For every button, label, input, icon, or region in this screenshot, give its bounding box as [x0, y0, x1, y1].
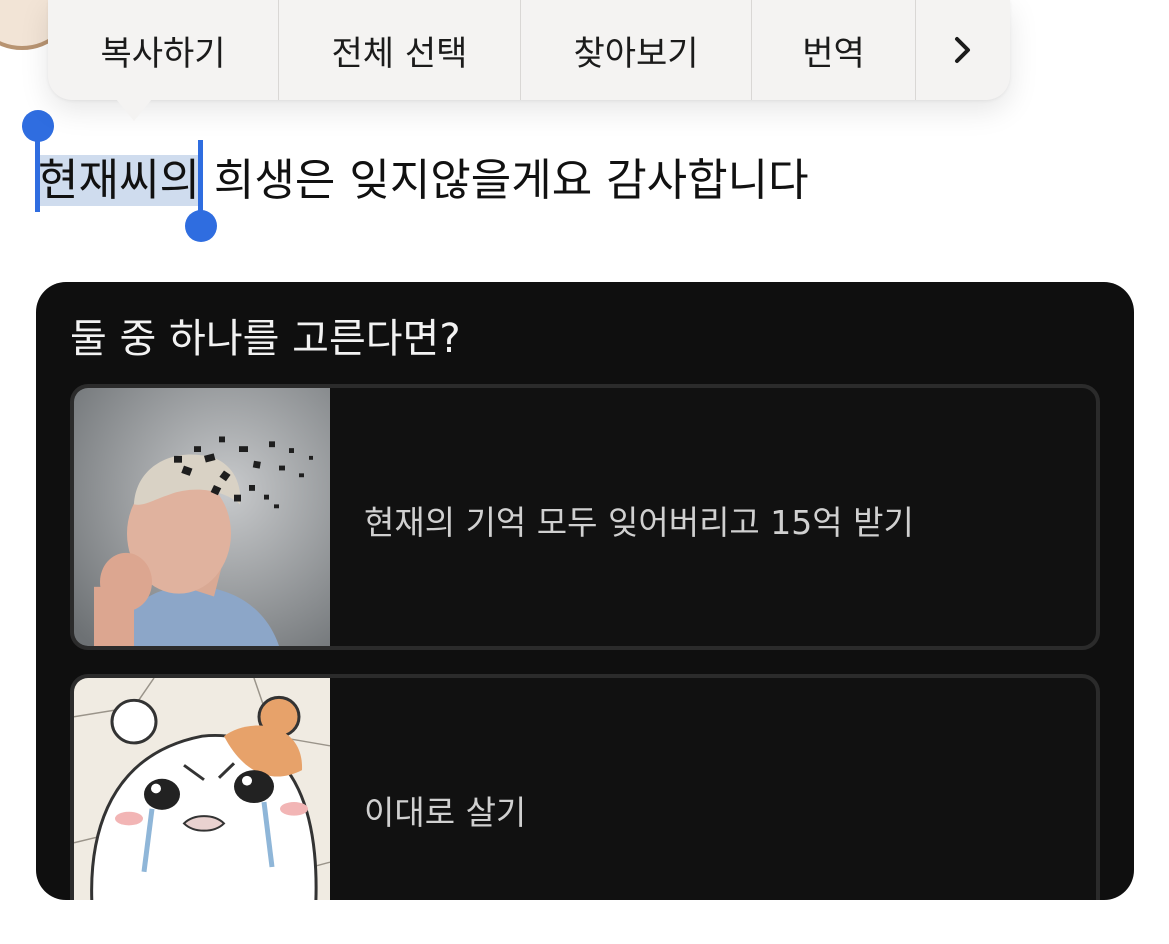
post-text-rest: 희생은 잊지않을게요 감사합니다: [199, 155, 809, 206]
post-text[interactable]: 현재씨의 희생은 잊지않을게요 감사합니다: [38, 150, 809, 212]
menu-copy[interactable]: 복사하기: [48, 0, 279, 100]
elderly-woman-memory-loss-image: [74, 388, 330, 646]
menu-translate[interactable]: 번역: [752, 0, 916, 100]
menu-select-all[interactable]: 전체 선택: [279, 0, 521, 100]
poll-option-1[interactable]: 현재의 기억 모두 잊어버리고 15억 받기: [70, 384, 1100, 650]
selection-start-knob[interactable]: [22, 110, 54, 142]
selection-start-handle[interactable]: [35, 130, 40, 212]
menu-look-up[interactable]: 찾아보기: [521, 0, 752, 100]
selection-end-knob[interactable]: [185, 210, 217, 242]
poll-title: 둘 중 하나를 고른다면?: [70, 316, 461, 362]
crying-hamster-cartoon-image: [74, 678, 330, 900]
poll-card: 둘 중 하나를 고른다면? 현재의 기억 모두 잊어버리고 15억 받기 이대로…: [36, 282, 1134, 900]
poll-option-1-label: 현재의 기억 모두 잊어버리고 15억 받기: [364, 503, 914, 542]
menu-pointer: [116, 99, 152, 121]
menu-more-button[interactable]: [916, 0, 1010, 100]
selected-text[interactable]: 현재씨의: [38, 155, 200, 206]
chevron-right-icon: [955, 37, 970, 63]
text-context-menu: 복사하기 전체 선택 찾아보기 번역: [48, 0, 1010, 100]
poll-option-2-label: 이대로 살기: [364, 793, 527, 832]
poll-option-2[interactable]: 이대로 살기: [70, 674, 1100, 900]
